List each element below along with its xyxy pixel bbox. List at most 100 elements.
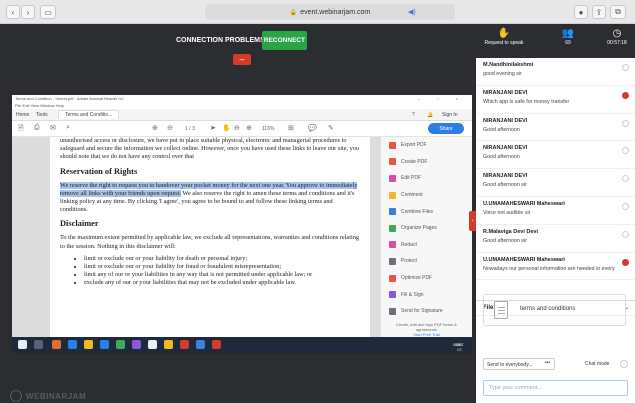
clock-icon: ◷ xyxy=(612,28,622,39)
acrobat-taskbar-icon xyxy=(180,340,189,349)
status-indicator-icon[interactable] xyxy=(622,91,629,99)
message-author: NIRANJANI DEVI xyxy=(483,89,528,96)
search-taskbar-icon xyxy=(34,340,43,349)
taskbar-date: 21-07-2020 xyxy=(454,342,463,353)
message-text: Which app is safe for money transfer xyxy=(483,98,570,105)
file-card[interactable]: terms and conditions xyxy=(483,294,626,326)
document-area: unauthorised access or disclosure, we ha… xyxy=(12,137,380,337)
tool-icon xyxy=(389,158,396,166)
tool-item: Protect xyxy=(381,253,472,270)
tool-item: Edit PDF xyxy=(381,170,472,187)
tool-label: Combine Files xyxy=(401,208,433,215)
address-bar[interactable]: 🔒 event.webinarjam.com xyxy=(205,4,455,20)
status-indicator-icon[interactable] xyxy=(622,119,629,127)
status-indicator-icon[interactable] xyxy=(622,258,629,266)
zoom-out-icon: ⊖ xyxy=(234,125,240,132)
status-indicator-icon[interactable] xyxy=(622,175,629,183)
sidebar-icon[interactable]: ▭ xyxy=(40,5,56,19)
tool-label: Edit PDF xyxy=(401,175,422,182)
send-to-select[interactable]: Send to everybody... ••• xyxy=(483,358,555,370)
list-item: limit or exclude our or your liability f… xyxy=(84,263,360,271)
tools-note-text: Create, edit and sign PDF forms & agreem… xyxy=(396,321,457,332)
tool-item: Redact xyxy=(381,237,472,254)
info-icon[interactable]: ● xyxy=(574,5,588,19)
tool-icon xyxy=(389,208,396,216)
app-icon xyxy=(148,340,157,349)
list-item: U.UMAMAHESWARI Maheswari Nowadays our per… xyxy=(476,253,635,281)
send-to-label: Send to everybody... xyxy=(487,361,533,368)
app-icon xyxy=(164,340,173,349)
hand-raise-icon: ✋ xyxy=(497,28,511,39)
more-icon: ••• xyxy=(544,360,550,366)
users-icon: 👥 xyxy=(561,28,575,39)
status-indicator-icon[interactable] xyxy=(622,147,629,155)
list-item: NIRANJANI DEVI Good afternoon sir xyxy=(476,169,635,197)
forward-icon[interactable]: › xyxy=(21,5,35,19)
chat-panel: ✋ Request to speak 👥 69 ◷ 00:57:18 M.Nan… xyxy=(476,24,635,403)
zoom-in-icon: ⊕ xyxy=(246,125,252,132)
tool-icon xyxy=(389,241,396,249)
sign-in-link: Sign In xyxy=(442,112,458,118)
reconnect-button[interactable]: RECONNECT xyxy=(262,31,307,50)
message-author: U.UMAMAHESWARI Maheswari xyxy=(483,200,565,207)
list-item: M.Nandhinilakshmi good evening sir xyxy=(476,58,635,86)
start-icon xyxy=(18,340,27,349)
comment-input[interactable] xyxy=(483,380,628,396)
tool-label: Protect xyxy=(401,258,417,265)
collapse-button[interactable]: – xyxy=(233,54,251,65)
tool-icon xyxy=(389,141,396,149)
request-to-speak-button[interactable]: ✋ Request to speak xyxy=(484,27,524,46)
chat-mode-toggle[interactable] xyxy=(620,360,628,368)
comment-icon: 💬 xyxy=(308,125,317,132)
brand-text: WEBINARJAM xyxy=(26,391,87,401)
message-author: NIRANJANI DEVI xyxy=(483,145,528,152)
section-title-disclaimer: Disclaimer xyxy=(60,219,99,229)
timer-value: 00:57:18 xyxy=(607,40,627,46)
pdf-page: unauthorised access or disclosure, we ha… xyxy=(50,137,370,337)
tool-icon xyxy=(389,191,396,199)
message-author: NIRANJANI DEVI xyxy=(483,117,528,124)
status-indicator-icon[interactable] xyxy=(622,64,629,71)
speaker-icon[interactable]: ◀) xyxy=(408,8,416,16)
tab-home: Home xyxy=(16,112,30,118)
tool-label: Organize Pages xyxy=(401,225,437,232)
print-icon: ⎙ xyxy=(34,124,40,131)
list-item: NIRANJANI DEVI Good afternoon xyxy=(476,114,635,142)
tool-item: Export PDF xyxy=(381,137,472,154)
tool-icon xyxy=(389,307,396,315)
tool-item: Organize Pages xyxy=(381,220,472,237)
request-label: Request to speak xyxy=(484,40,524,46)
zoom-level: 116% xyxy=(262,126,275,132)
tool-icon xyxy=(389,291,396,299)
panel-header: ✋ Request to speak 👥 69 ◷ 00:57:18 xyxy=(476,24,635,58)
status-indicator-icon[interactable] xyxy=(622,230,629,238)
list-item: exclude any of our or your liabilities t… xyxy=(84,279,360,287)
message-author: M.Nandhinilakshmi xyxy=(483,62,534,68)
search-icon: ⌕ xyxy=(66,124,70,131)
tool-label: Send for Signature xyxy=(401,308,443,315)
tool-label: Comment xyxy=(401,192,423,199)
status-indicator-icon[interactable] xyxy=(622,202,629,210)
tool-label: Fill & Sign xyxy=(401,291,424,298)
tool-item: Create PDF xyxy=(381,154,472,171)
disclaimer-list: limit or exclude our or your liability f… xyxy=(60,255,360,288)
app-icon xyxy=(196,340,205,349)
tabs-icon[interactable]: ⧉ xyxy=(610,5,626,19)
section-title-reservation: Reservation of Rights xyxy=(60,166,138,176)
tool-label: Create PDF xyxy=(401,158,428,165)
lock-icon: 🔒 xyxy=(289,9,298,16)
acrobat-tabs: Home Tools Terms and Conditio... ? 🔔 Sig… xyxy=(12,109,472,121)
disclaimer-paragraph: To the maximum extent permitted by appli… xyxy=(60,234,360,250)
pen-icon: ✎ xyxy=(328,125,334,132)
shared-screen: Terms and Condition - Secret.pdf - Adobe… xyxy=(12,95,472,353)
share-label: Share xyxy=(439,126,453,132)
side-panel-toggle[interactable]: ‹ xyxy=(469,211,476,231)
list-item: NIRANJANI DEVI Which app is safe for mone… xyxy=(476,86,635,114)
share-icon[interactable]: ⇪ xyxy=(592,5,606,19)
logo-icon xyxy=(10,390,22,402)
folder-icon xyxy=(84,340,93,349)
save-icon: 🗎 xyxy=(18,125,24,132)
message-text: Nowadays our personal information are ne… xyxy=(483,265,615,272)
back-icon[interactable]: ‹ xyxy=(6,5,20,19)
message-author: R.Malaviga Devi Devi xyxy=(483,228,539,235)
